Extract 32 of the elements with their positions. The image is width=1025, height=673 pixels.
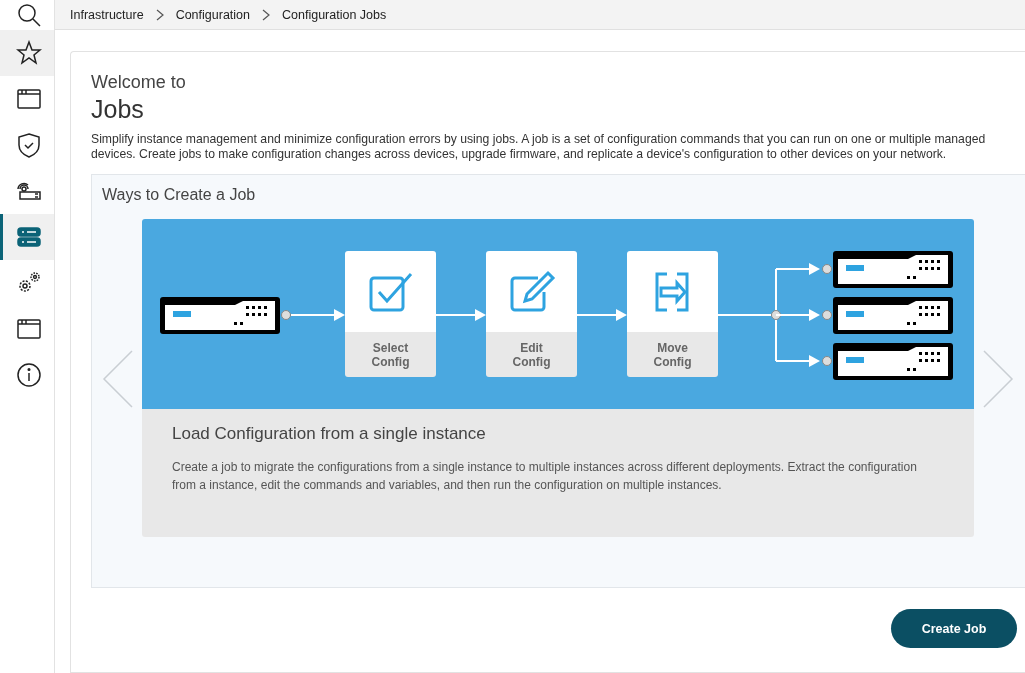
star-icon — [15, 40, 42, 66]
breadcrumb-link[interactable]: Infrastructure — [70, 7, 144, 22]
window-icon — [15, 316, 42, 342]
arrow — [775, 355, 820, 367]
section-title: Ways to Create a Job — [102, 186, 257, 204]
step-label: Move Config — [627, 332, 718, 377]
breadcrumb-link[interactable]: Configuration — [175, 7, 250, 22]
search-icon — [15, 2, 42, 28]
step-label: Edit Config — [486, 332, 577, 377]
server-icon — [15, 224, 42, 250]
sidebar-item[interactable] — [0, 214, 54, 260]
chevron-right-icon — [155, 8, 164, 21]
page-description: Simplify instance management and minimize configuration errors by using jobs. A job is a set of configuration commands that you can run on one or multiple managed devices. Create jobs to make configuration changes across devices, upgrade firmware, and replicate a device's configuration to other devices on your network. — [91, 132, 987, 162]
connector-dot — [771, 310, 781, 320]
sidebar-item[interactable] — [0, 30, 54, 76]
connector-dot — [822, 310, 832, 320]
breadcrumb-link[interactable]: Configuration Jobs — [282, 7, 387, 22]
welcome-text: Welcome to — [91, 72, 187, 93]
window-icon — [15, 86, 42, 112]
connector-dot — [822, 356, 832, 366]
create-job-button[interactable]: Create Job — [891, 609, 1017, 648]
arrow — [775, 309, 820, 321]
slide-description: Create a job to migrate the configurations from a single instance to multiple instances across different deployments. Extract the configuration from a instance, edit the commands and variables, and then run the configuration on multiple instances. — [172, 459, 918, 494]
slide-title: Load Configuration from a single instance — [172, 424, 487, 444]
arrow — [775, 263, 820, 275]
connector-dot — [281, 310, 291, 320]
shield-icon — [15, 132, 42, 158]
info-icon — [15, 362, 42, 388]
page-title: Jobs — [91, 95, 145, 124]
step-label: Select Config — [345, 332, 436, 377]
chevron-right-icon — [262, 8, 270, 21]
connector-dot — [822, 264, 832, 274]
